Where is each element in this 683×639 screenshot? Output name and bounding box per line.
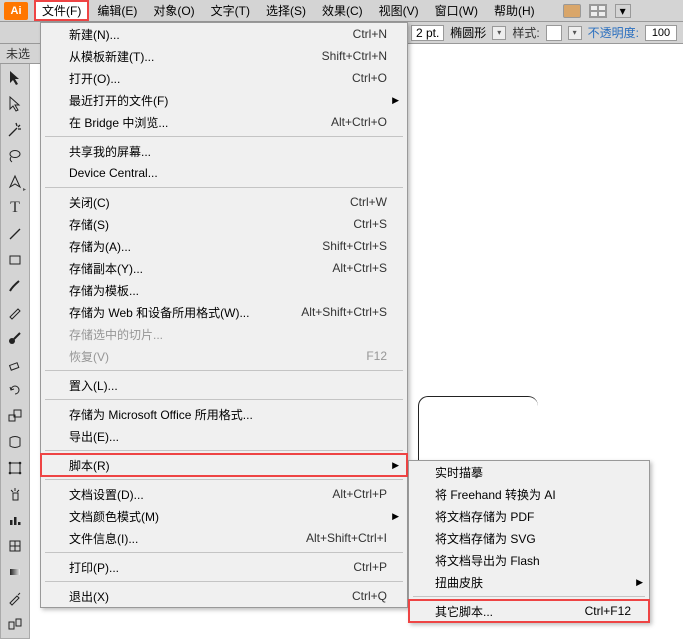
- menu-4[interactable]: 选择(S): [258, 0, 314, 21]
- line-tool[interactable]: [3, 222, 27, 246]
- scripts-submenu: 实时描摹将 Freehand 转换为 AI将文档存储为 PDF将文档存储为 SV…: [408, 460, 650, 623]
- file-menu-item[interactable]: 文档设置(D)...Alt+Ctrl+P: [41, 483, 407, 505]
- opacity-input[interactable]: [645, 25, 677, 41]
- file-menu-item[interactable]: 存储(S)Ctrl+S: [41, 213, 407, 235]
- style-dd[interactable]: [568, 26, 582, 40]
- script-menu-item[interactable]: 将文档存储为 SVG: [409, 527, 649, 549]
- blend-tool[interactable]: [3, 612, 27, 636]
- style-swatch[interactable]: [546, 25, 562, 41]
- script-menu-item[interactable]: 将 Freehand 转换为 AI: [409, 483, 649, 505]
- menu-7[interactable]: 窗口(W): [427, 0, 486, 21]
- paintbrush-tool[interactable]: [3, 274, 27, 298]
- file-menu-item[interactable]: 在 Bridge 中浏览...Alt+Ctrl+O: [41, 111, 407, 133]
- file-menu-item[interactable]: 存储为模板...: [41, 279, 407, 301]
- file-menu-item: 恢复(V)F12: [41, 345, 407, 367]
- workspace-dropdown[interactable]: ▾: [615, 4, 631, 18]
- file-menu-item[interactable]: 关闭(C)Ctrl+W: [41, 191, 407, 213]
- file-menu-item[interactable]: 新建(N)...Ctrl+N: [41, 23, 407, 45]
- file-menu-item[interactable]: Device Central...: [41, 162, 407, 184]
- file-menu-item[interactable]: 脚本(R)▶: [41, 454, 407, 476]
- menu-2[interactable]: 对象(O): [145, 0, 202, 21]
- pencil-tool[interactable]: [3, 300, 27, 324]
- brush-dd[interactable]: [492, 26, 506, 40]
- blob-tool[interactable]: [3, 326, 27, 350]
- file-menu-item[interactable]: 从模板新建(T)...Shift+Ctrl+N: [41, 45, 407, 67]
- file-menu-item[interactable]: 打印(P)...Ctrl+P: [41, 556, 407, 578]
- file-menu-item[interactable]: 打开(O)...Ctrl+O: [41, 67, 407, 89]
- file-menu-item[interactable]: 最近打开的文件(F)▶: [41, 89, 407, 111]
- file-menu-item[interactable]: 退出(X)Ctrl+Q: [41, 585, 407, 607]
- art-path: [418, 396, 538, 466]
- menu-1[interactable]: 编辑(E): [89, 0, 145, 21]
- script-menu-item[interactable]: 扭曲皮肤▶: [409, 571, 649, 593]
- menubar-extras: ▾: [563, 4, 631, 18]
- graph-tool[interactable]: [3, 508, 27, 532]
- direct-select-tool[interactable]: [3, 92, 27, 116]
- arrange-docs-icon[interactable]: [589, 4, 607, 18]
- menubar: Ai 文件(F)编辑(E)对象(O)文字(T)选择(S)效果(C)视图(V)窗口…: [0, 0, 683, 22]
- gradient-tool[interactable]: [3, 560, 27, 584]
- bridge-icon[interactable]: [563, 4, 581, 18]
- file-menu-item[interactable]: 存储为(A)...Shift+Ctrl+S: [41, 235, 407, 257]
- file-menu-item[interactable]: 存储副本(Y)...Alt+Ctrl+S: [41, 257, 407, 279]
- style-label: 样式:: [512, 24, 539, 41]
- file-menu-item[interactable]: 置入(L)...: [41, 374, 407, 396]
- menu-5[interactable]: 效果(C): [314, 0, 371, 21]
- scale-tool[interactable]: [3, 404, 27, 428]
- type-tool[interactable]: T: [3, 196, 27, 220]
- file-menu-item[interactable]: 文件信息(I)...Alt+Shift+Ctrl+I: [41, 527, 407, 549]
- script-menu-item[interactable]: 实时描摹: [409, 461, 649, 483]
- app-logo: Ai: [4, 2, 28, 20]
- lasso-tool[interactable]: [3, 144, 27, 168]
- tab-label[interactable]: 未选: [6, 45, 30, 62]
- selection-tool[interactable]: [3, 66, 27, 90]
- file-menu-item[interactable]: 存储为 Microsoft Office 所用格式...: [41, 403, 407, 425]
- menu-0[interactable]: 文件(F): [34, 0, 89, 21]
- menu-8[interactable]: 帮助(H): [486, 0, 543, 21]
- file-menu-dropdown: 新建(N)...Ctrl+N从模板新建(T)...Shift+Ctrl+N打开(…: [40, 22, 408, 608]
- free-transform-tool[interactable]: [3, 456, 27, 480]
- symbol-sprayer-tool[interactable]: [3, 482, 27, 506]
- script-menu-item[interactable]: 将文档导出为 Flash: [409, 549, 649, 571]
- menu-6[interactable]: 视图(V): [371, 0, 427, 21]
- file-menu-item[interactable]: 文档颜色模式(M)▶: [41, 505, 407, 527]
- opacity-label: 不透明度:: [588, 24, 639, 41]
- rectangle-tool[interactable]: [3, 248, 27, 272]
- eyedropper-tool[interactable]: [3, 586, 27, 610]
- eraser-tool[interactable]: [3, 352, 27, 376]
- pen-tool[interactable]: ▸: [3, 170, 27, 194]
- file-menu-item: 存储选中的切片...: [41, 323, 407, 345]
- brush-name[interactable]: 椭圆形: [450, 24, 486, 41]
- magic-wand-tool[interactable]: [3, 118, 27, 142]
- script-menu-item[interactable]: 其它脚本...Ctrl+F12: [409, 600, 649, 622]
- file-menu-item[interactable]: 导出(E)...: [41, 425, 407, 447]
- file-menu-item[interactable]: 共享我的屏幕...: [41, 140, 407, 162]
- menu-3[interactable]: 文字(T): [203, 0, 258, 21]
- mesh-tool[interactable]: [3, 534, 27, 558]
- file-menu-item[interactable]: 存储为 Web 和设备所用格式(W)...Alt+Shift+Ctrl+S: [41, 301, 407, 323]
- warp-tool[interactable]: [3, 430, 27, 454]
- toolbox: ▸ T: [0, 64, 30, 639]
- stroke-weight[interactable]: 2 pt.: [411, 25, 444, 41]
- script-menu-item[interactable]: 将文档存储为 PDF: [409, 505, 649, 527]
- rotate-tool[interactable]: [3, 378, 27, 402]
